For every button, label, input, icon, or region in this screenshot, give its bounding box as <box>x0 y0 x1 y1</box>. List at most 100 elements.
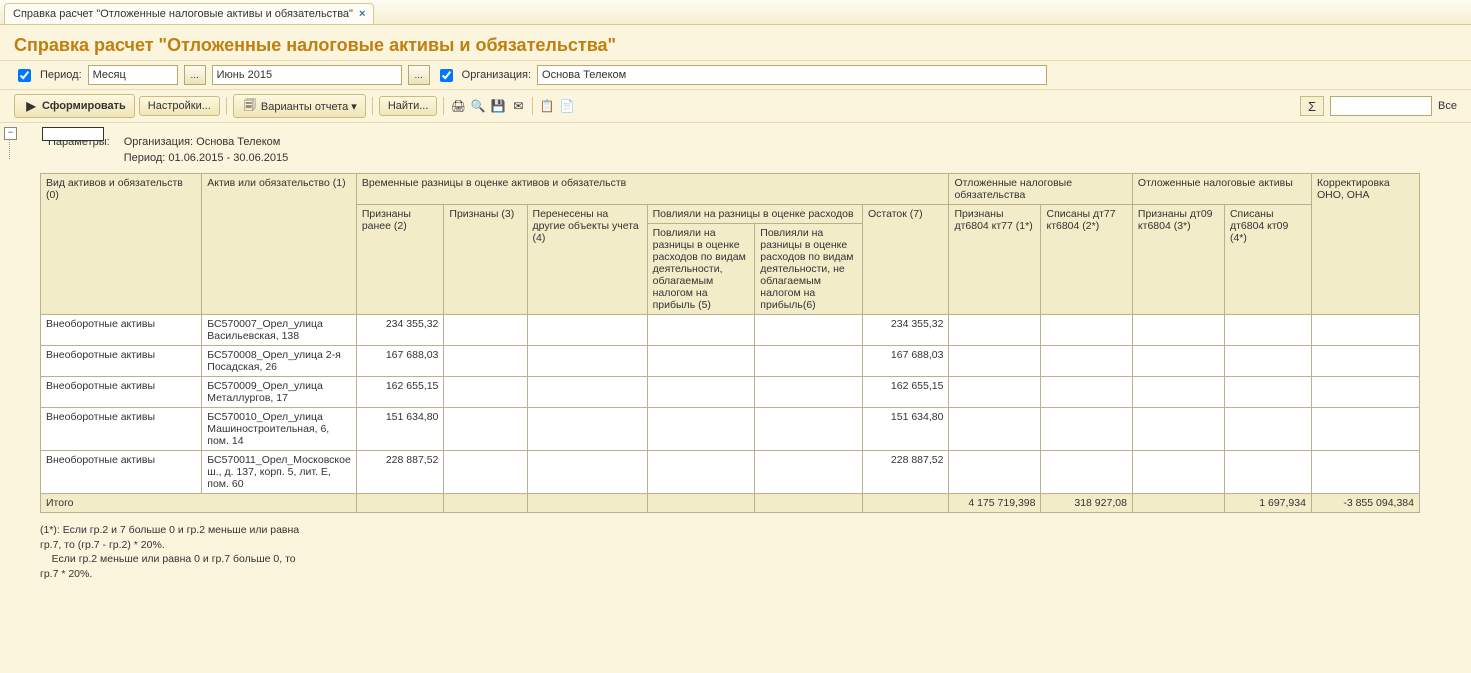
table-row: Внеоборотные активыБС570007_Орел_улица В… <box>41 315 1420 346</box>
cell-c2s <box>1041 315 1132 346</box>
form-button[interactable]: ▶Сформировать <box>14 94 135 118</box>
org-select[interactable]: Основа Телеком <box>537 65 1047 85</box>
cell-c2s <box>1041 451 1132 494</box>
preview-icon[interactable]: 🔍 <box>470 98 486 114</box>
period-label: Период: <box>40 69 82 81</box>
cell-c2s <box>1041 346 1132 377</box>
separator <box>372 97 373 115</box>
cell-c4 <box>527 315 647 346</box>
org-checkbox[interactable] <box>440 69 453 82</box>
tab-bar: Справка расчет "Отложенные налоговые акт… <box>0 0 1471 25</box>
params-period: Период: 01.06.2015 - 30.06.2015 <box>118 151 295 165</box>
cell-c1s <box>949 408 1041 451</box>
cell-c2: 167 688,03 <box>356 346 444 377</box>
mail-icon[interactable]: ✉ <box>510 98 526 114</box>
cell-asset: БС570009_Орел_улица Металлургов, 17 <box>202 377 357 408</box>
col-c3s: Признаны дт09 кт6804 (3*) <box>1132 205 1224 315</box>
sum-output <box>1330 96 1432 116</box>
separator <box>443 97 444 115</box>
save-icon[interactable]: 💾 <box>490 98 506 114</box>
col-c2: Признаны ранее (2) <box>356 205 444 315</box>
total-c1s: 4 175 719,398 <box>949 494 1041 513</box>
cell-c4 <box>527 451 647 494</box>
cell-c7: 167 688,03 <box>862 346 948 377</box>
col-group-infl: Повлияли на разницы в оценке расходов <box>647 205 862 224</box>
period-checkbox[interactable] <box>18 69 31 82</box>
table-row: Внеоборотные активыБС570011_Орел_Московс… <box>41 451 1420 494</box>
cell-c6 <box>755 408 863 451</box>
tree-line <box>9 139 11 159</box>
all-actions[interactable]: Все <box>1438 100 1457 112</box>
period-value-select[interactable]: Июнь 2015 <box>212 65 402 85</box>
params-org: Организация: Основа Телеком <box>118 135 295 149</box>
period-type-dots[interactable]: ... <box>184 65 206 85</box>
cell-c7: 162 655,15 <box>862 377 948 408</box>
play-icon: ▶ <box>23 98 39 114</box>
table-row: Внеоборотные активыБС570010_Орел_улица М… <box>41 408 1420 451</box>
cell-asset: БС570010_Орел_улица Машиностроительная, … <box>202 408 357 451</box>
cell-c7: 228 887,52 <box>862 451 948 494</box>
cell-c6 <box>755 315 863 346</box>
separator <box>532 97 533 115</box>
variants-button[interactable]: 🗐Варианты отчета ▾ <box>233 94 366 118</box>
cell-corr <box>1311 451 1419 494</box>
cell-c4 <box>527 408 647 451</box>
cell-c3s <box>1132 451 1224 494</box>
col-c2s: Списаны дт77 кт6804 (2*) <box>1041 205 1132 315</box>
cell-c3 <box>444 377 527 408</box>
selection-box <box>42 127 104 141</box>
cell-c4s <box>1224 408 1311 451</box>
cell-c5 <box>647 408 755 451</box>
col-c1s: Признаны дт6804 кт77 (1*) <box>949 205 1041 315</box>
paste-icon[interactable]: 📄 <box>559 98 575 114</box>
find-button[interactable]: Найти... <box>379 96 438 116</box>
cell-c2: 234 355,32 <box>356 315 444 346</box>
filter-bar: Период: Месяц ... Июнь 2015 ... Организа… <box>0 60 1471 90</box>
cell-c5 <box>647 346 755 377</box>
cell-c2: 228 887,52 <box>356 451 444 494</box>
cell-asset: БС570011_Орел_Московское ш., д. 137, кор… <box>202 451 357 494</box>
cell-c6 <box>755 451 863 494</box>
footnotes: (1*): Если гр.2 и 7 больше 0 и гр.2 мень… <box>40 513 320 592</box>
cell-c3s <box>1132 408 1224 451</box>
cell-c1s <box>949 451 1041 494</box>
col-asset: Актив или обязательство (1) <box>202 174 357 315</box>
cell-c2: 162 655,15 <box>356 377 444 408</box>
print-icon[interactable]: 🖨 <box>450 98 466 114</box>
variants-icon: 🗐 <box>242 98 258 114</box>
footnote-1: (1*): Если гр.2 и 7 больше 0 и гр.2 мень… <box>40 523 320 552</box>
total-c2s: 318 927,08 <box>1041 494 1132 513</box>
period-type-select[interactable]: Месяц <box>88 65 178 85</box>
active-tab[interactable]: Справка расчет "Отложенные налоговые акт… <box>4 3 374 24</box>
period-value-dots[interactable]: ... <box>408 65 430 85</box>
close-tab-icon[interactable]: × <box>359 8 365 20</box>
cell-c2s <box>1041 408 1132 451</box>
cell-c1s <box>949 346 1041 377</box>
col-group-ono: Отложенные налоговые обязательства <box>949 174 1132 205</box>
cell-c5 <box>647 377 755 408</box>
report-body: − Параметры:Организация: Основа Телеком … <box>0 123 1471 602</box>
cell-c4s <box>1224 315 1311 346</box>
cell-corr <box>1311 346 1419 377</box>
cell-c7: 234 355,32 <box>862 315 948 346</box>
col-kind: Вид активов и обязательств (0) <box>41 174 202 315</box>
col-c5: Повлияли на разницы в оценке расходов по… <box>647 224 755 315</box>
tab-title: Справка расчет "Отложенные налоговые акт… <box>13 8 353 20</box>
total-row: Итого4 175 719,398318 927,081 697,934-3 … <box>41 494 1420 513</box>
cell-corr <box>1311 408 1419 451</box>
copy-icon[interactable]: 📋 <box>539 98 555 114</box>
cell-c4s <box>1224 451 1311 494</box>
col-c6: Повлияли на разницы в оценке расходов по… <box>755 224 863 315</box>
col-c4: Перенесены на другие объекты учета (4) <box>527 205 647 315</box>
cell-c4s <box>1224 377 1311 408</box>
cell-c5 <box>647 315 755 346</box>
separator <box>226 97 227 115</box>
sum-button[interactable]: Σ <box>1300 96 1324 116</box>
settings-button[interactable]: Настройки... <box>139 96 220 116</box>
cell-c6 <box>755 377 863 408</box>
cell-c3 <box>444 451 527 494</box>
cell-c3 <box>444 346 527 377</box>
col-c4s: Списаны дт6804 кт09 (4*) <box>1224 205 1311 315</box>
cell-c3s <box>1132 346 1224 377</box>
cell-asset: БС570008_Орел_улица 2-я Посадская, 26 <box>202 346 357 377</box>
